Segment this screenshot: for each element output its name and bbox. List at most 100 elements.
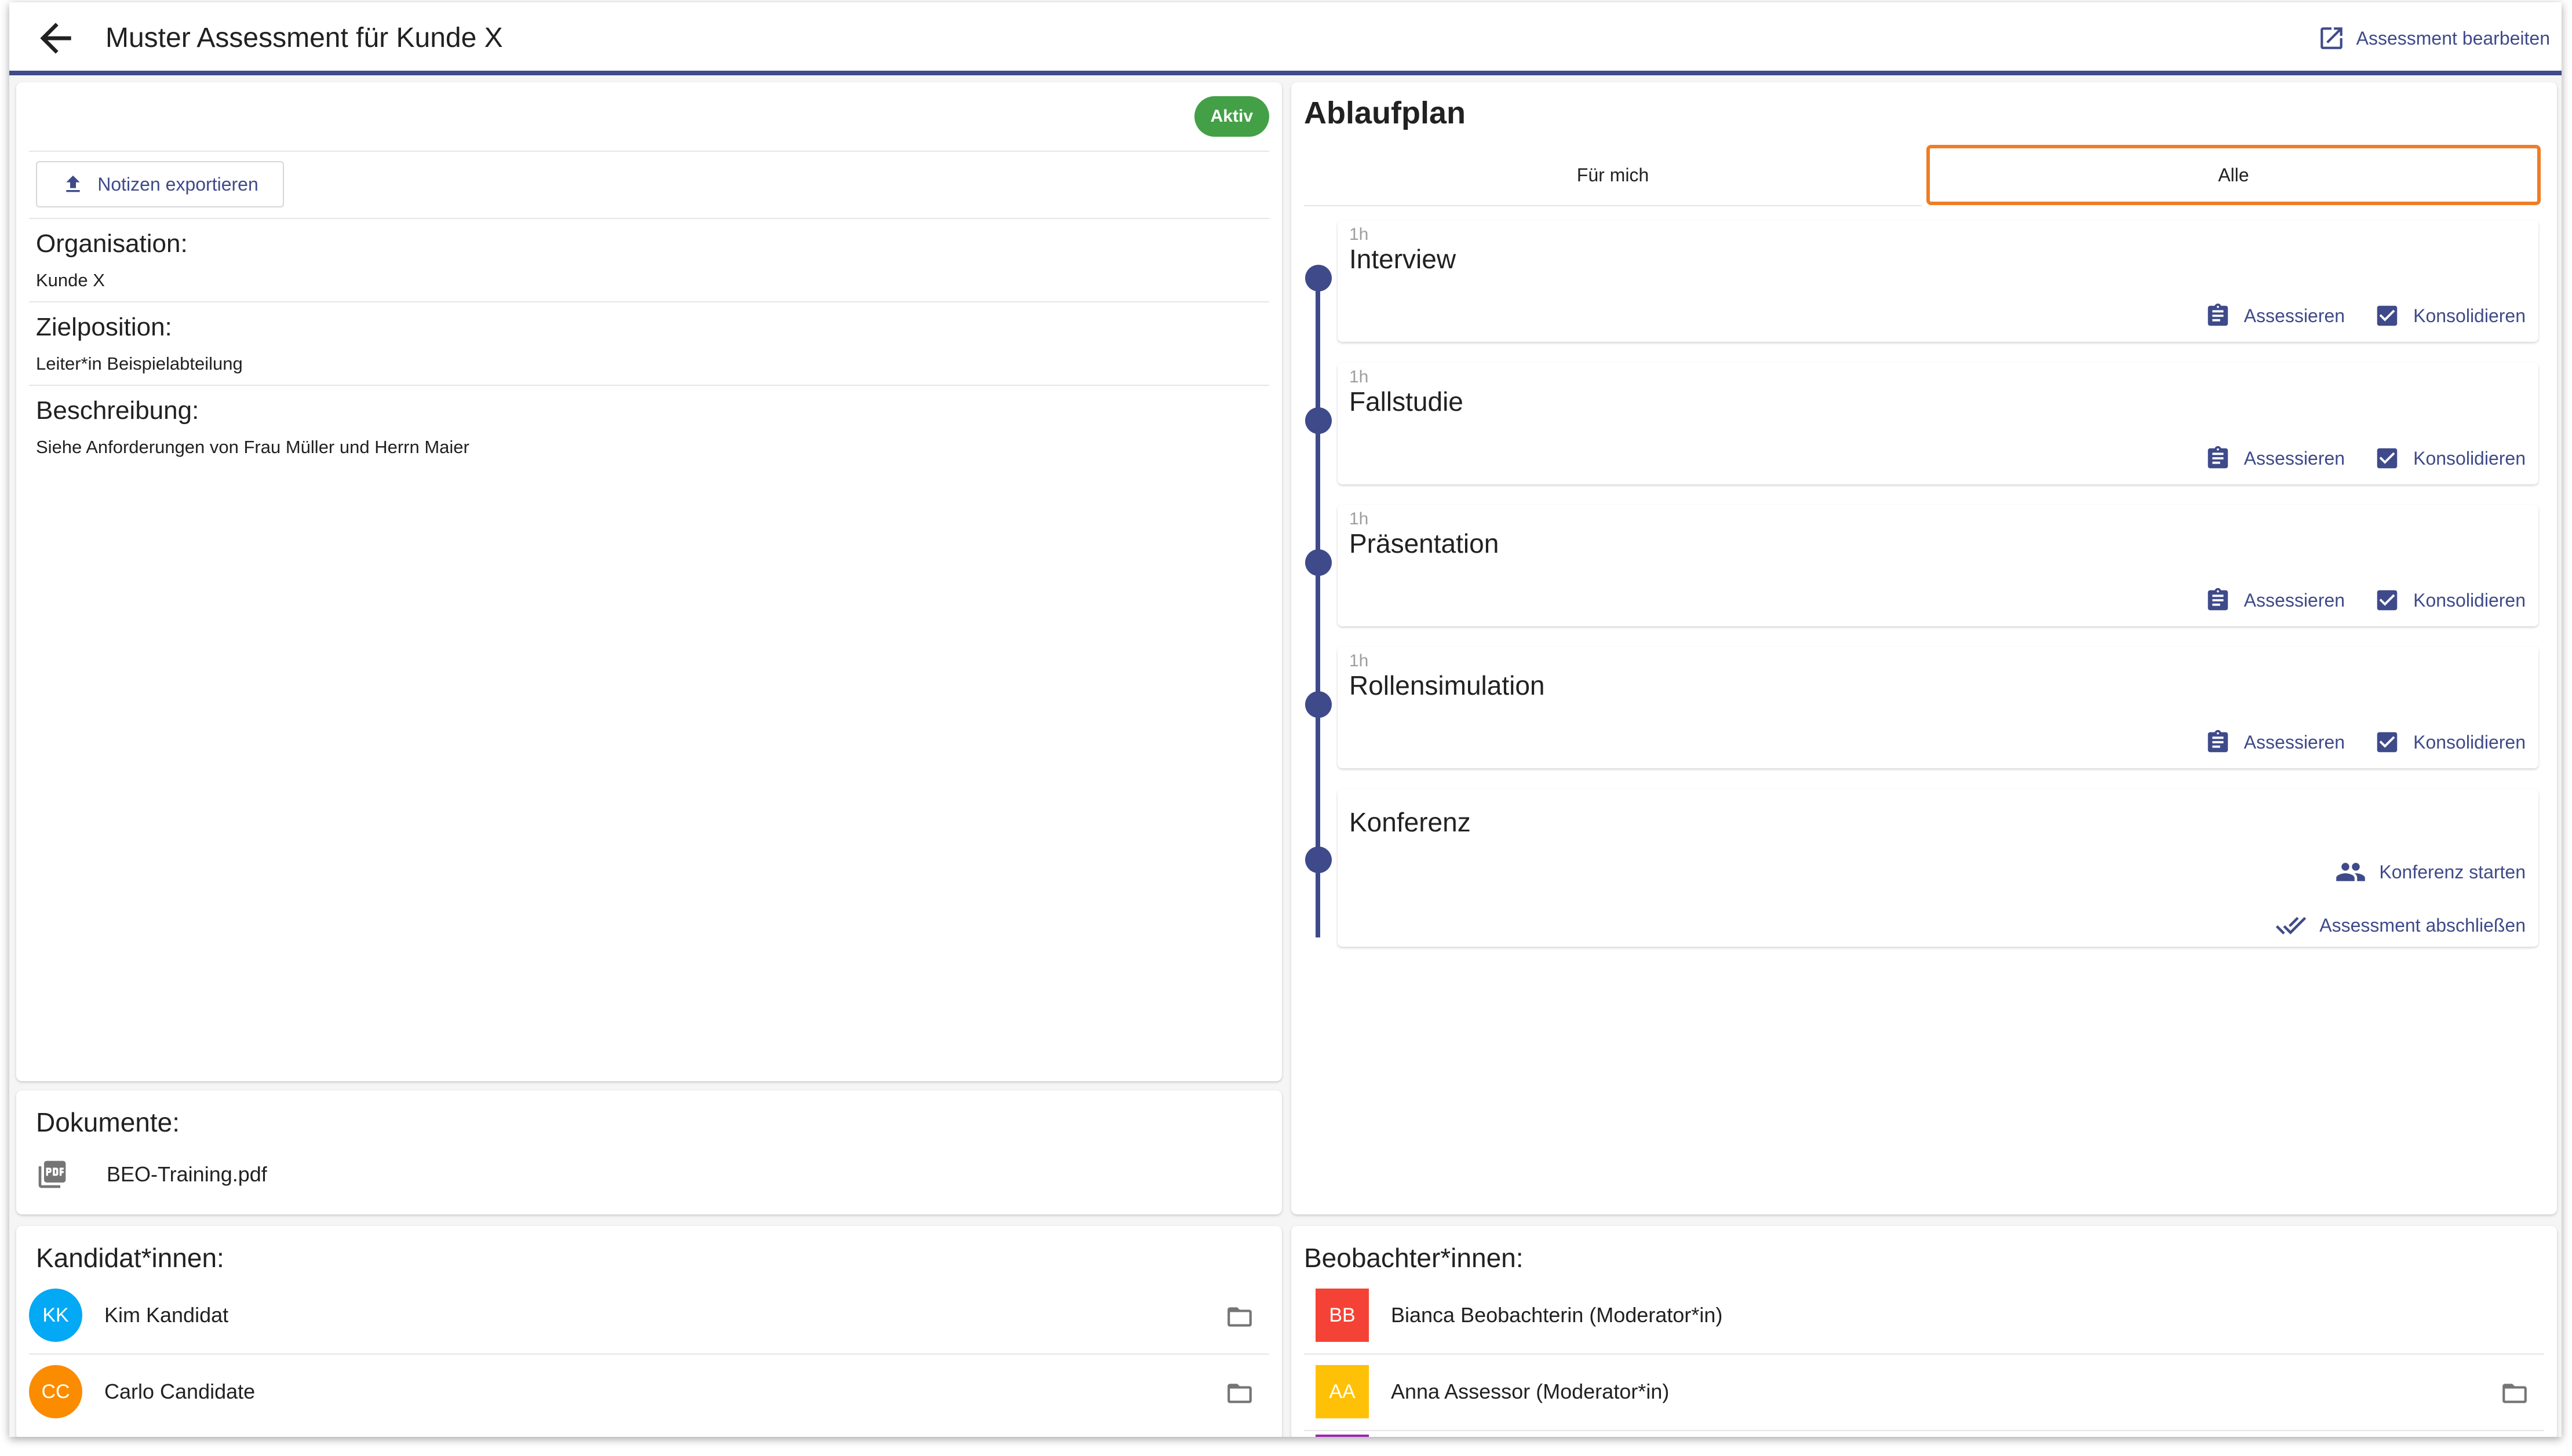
arrow-left-icon: [40, 23, 71, 54]
step-card-conference: Konferenz Konferenz starten Assessment a…: [1338, 789, 2538, 947]
schedule-card: Ablaufplan Für mich Alle 1h Interview As…: [1291, 82, 2557, 1214]
divider: [29, 218, 1269, 219]
candidates-title: Kandidat*innen:: [36, 1243, 224, 1273]
edit-assessment-label: Assessment bearbeiten: [2356, 27, 2550, 49]
timeline-dot: [1305, 691, 1332, 718]
document-name: BEO-Training.pdf: [107, 1162, 267, 1186]
schedule-title: Ablaufplan: [1304, 96, 1466, 130]
assess-button[interactable]: Assessieren: [2205, 587, 2345, 614]
assess-button[interactable]: Assessieren: [2205, 729, 2345, 756]
consolidate-button[interactable]: Konsolidieren: [2374, 302, 2526, 329]
step-duration: 1h: [1349, 509, 1369, 528]
target-position-value: Leiter*in Beispielabteilung: [36, 353, 243, 374]
organisation-value: Kunde X: [36, 270, 105, 290]
checkbox-checked-icon: [2377, 590, 2398, 611]
clipboard-icon: [2207, 587, 2228, 611]
back-button[interactable]: [32, 15, 79, 61]
avatar: BB: [1316, 1289, 1369, 1342]
upload-icon: [66, 176, 80, 192]
page-title: Muster Assessment für Kunde X: [105, 23, 503, 53]
export-notes-button[interactable]: Notizen exportieren: [36, 161, 284, 207]
avatar: KK: [29, 1289, 82, 1342]
consolidate-label: Konsolidieren: [2413, 447, 2526, 469]
timeline-line: [1316, 277, 1320, 937]
documents-card: Dokumente: BEO-Training.pdf: [16, 1090, 1282, 1214]
candidate-row[interactable]: KK Kim Kandidat: [29, 1278, 1269, 1352]
description-label: Beschreibung:: [36, 396, 199, 425]
clipboard-icon: [2207, 446, 2228, 469]
observer-row[interactable]: AA Anna Assessor (Moderator*in): [1316, 1355, 2544, 1429]
clipboard-icon: [2207, 729, 2228, 753]
assessment-info-card: Aktiv Notizen exportieren Organisation: …: [16, 82, 1282, 1081]
step-card-interview: 1h Interview Assessieren Konsolidieren: [1338, 220, 2538, 342]
observer-name: Anna Assessor (Moderator*in): [1391, 1380, 1670, 1403]
avatar-partial: [1316, 1435, 1369, 1437]
description-value: Siehe Anforderungen von Frau Müller und …: [36, 437, 469, 457]
start-conference-label: Konferenz starten: [2379, 861, 2526, 882]
divider: [29, 151, 1269, 152]
pdf-icon: [38, 1161, 66, 1188]
timeline-dot: [1305, 265, 1332, 291]
folder-icon[interactable]: [2500, 1379, 2529, 1408]
avatar: CC: [29, 1365, 82, 1418]
step-card-role-play: 1h Rollensimulation Assessieren Konsolid…: [1338, 647, 2538, 768]
candidate-name: Kim Kandidat: [104, 1303, 229, 1327]
step-name: Interview: [1349, 244, 1456, 274]
document-item[interactable]: BEO-Training.pdf: [36, 1154, 267, 1195]
target-position-label: Zielposition:: [36, 313, 172, 341]
observer-name: Bianca Beobachterin (Moderator*in): [1391, 1303, 1723, 1327]
top-bar: Muster Assessment für Kunde X Assessment…: [9, 2, 2562, 75]
people-icon: [2336, 863, 2366, 881]
consolidate-button[interactable]: Konsolidieren: [2374, 729, 2526, 756]
divider: [29, 385, 1269, 386]
observers-title: Beobachter*innen:: [1304, 1243, 1524, 1273]
consolidate-button[interactable]: Konsolidieren: [2374, 445, 2526, 472]
folder-icon[interactable]: [1225, 1302, 1254, 1331]
observers-card: Beobachter*innen: BB Bianca Beobachterin…: [1291, 1226, 2557, 1437]
step-duration: 1h: [1349, 651, 1369, 670]
timeline-dot: [1305, 407, 1332, 434]
assess-button[interactable]: Assessieren: [2205, 302, 2345, 329]
finish-assessment-button[interactable]: Assessment abschließen: [2275, 910, 2526, 941]
folder-icon[interactable]: [1225, 1379, 1254, 1408]
candidate-row[interactable]: CC Carlo Candidate: [29, 1355, 1269, 1429]
avatar: AA: [1316, 1365, 1369, 1418]
timeline-dot: [1305, 846, 1332, 873]
checkbox-checked-icon: [2377, 448, 2398, 469]
assess-button[interactable]: Assessieren: [2205, 445, 2345, 472]
assess-label: Assessieren: [2243, 731, 2345, 753]
assess-label: Assessieren: [2243, 447, 2345, 469]
checkbox-checked-icon: [2377, 732, 2398, 753]
candidate-name: Carlo Candidate: [104, 1380, 256, 1403]
candidates-card: Kandidat*innen: KK Kim Kandidat CC Carlo…: [16, 1226, 1282, 1437]
consolidate-label: Konsolidieren: [2413, 731, 2526, 753]
step-duration: 1h: [1349, 367, 1369, 386]
finish-assessment-label: Assessment abschließen: [2319, 914, 2526, 936]
checkbox-checked-icon: [2377, 305, 2398, 326]
step-card-case-study: 1h Fallstudie Assessieren Konsolidieren: [1338, 363, 2538, 484]
consolidate-label: Konsolidieren: [2413, 305, 2526, 326]
timeline-dot: [1305, 549, 1332, 576]
observer-row[interactable]: BB Bianca Beobachterin (Moderator*in): [1316, 1278, 2544, 1352]
tab-all[interactable]: Alle: [1926, 145, 2541, 205]
divider: [1304, 1430, 2544, 1431]
edit-assessment-button[interactable]: Assessment bearbeiten: [2317, 23, 2550, 53]
app-window: Muster Assessment für Kunde X Assessment…: [9, 2, 2562, 1437]
step-card-presentation: 1h Präsentation Assessieren Konsolidiere…: [1338, 505, 2538, 626]
double-check-icon: [2276, 917, 2307, 935]
step-name: Konferenz: [1349, 807, 1471, 837]
organisation-label: Organisation:: [36, 229, 188, 258]
step-name: Fallstudie: [1349, 386, 1463, 417]
documents-title: Dokumente:: [36, 1107, 180, 1137]
assess-label: Assessieren: [2243, 305, 2345, 326]
step-name: Rollensimulation: [1349, 670, 1545, 700]
step-duration: 1h: [1349, 225, 1369, 244]
assess-label: Assessieren: [2243, 589, 2345, 611]
status-badge: Aktiv: [1194, 96, 1269, 137]
consolidate-button[interactable]: Konsolidieren: [2374, 587, 2526, 614]
divider: [29, 301, 1269, 302]
open-in-new-icon: [2320, 27, 2343, 49]
start-conference-button[interactable]: Konferenz starten: [2335, 856, 2526, 888]
tab-for-me[interactable]: Für mich: [1304, 145, 1922, 206]
consolidate-label: Konsolidieren: [2413, 589, 2526, 611]
